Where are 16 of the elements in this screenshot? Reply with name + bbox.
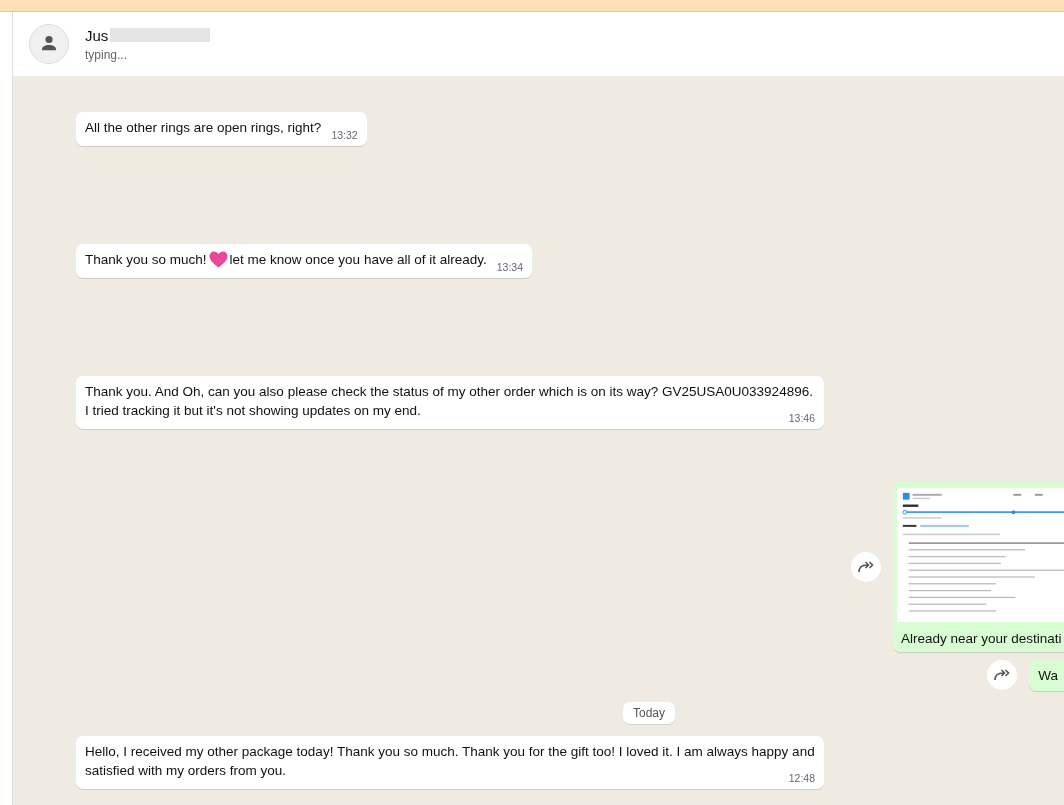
- message-text: All the other rings are open rings, right?: [85, 120, 322, 135]
- forward-icon[interactable]: [987, 660, 1018, 690]
- contact-name: Jus: [85, 26, 109, 44]
- message-text: let me know once you have all of it already.: [229, 252, 487, 267]
- message-text: Thank you so much!: [85, 252, 207, 267]
- typing-status: typing...: [85, 47, 129, 62]
- message-text: Already near your destinati: [900, 631, 1063, 646]
- message-time: 13:32: [331, 128, 358, 143]
- message-text: Wa: [1038, 668, 1058, 683]
- forward-icon[interactable]: [851, 552, 881, 582]
- tracking-screenshot-drawing[interactable]: [897, 486, 1064, 624]
- message-time: 13:34: [496, 260, 523, 275]
- avatar-icon: [29, 24, 69, 64]
- message-time: 13:46: [788, 411, 815, 426]
- date-chip: Today: [623, 702, 676, 724]
- message-time: 12:48: [788, 771, 815, 786]
